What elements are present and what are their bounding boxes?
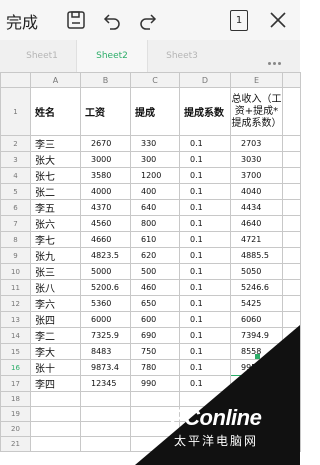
watermark-logo: PConline	[170, 405, 262, 430]
watermark-wedge	[135, 325, 300, 465]
watermark-subtitle: 太平洋电脑网	[174, 434, 259, 448]
watermark: PConline 太平洋电脑网	[170, 405, 262, 449]
